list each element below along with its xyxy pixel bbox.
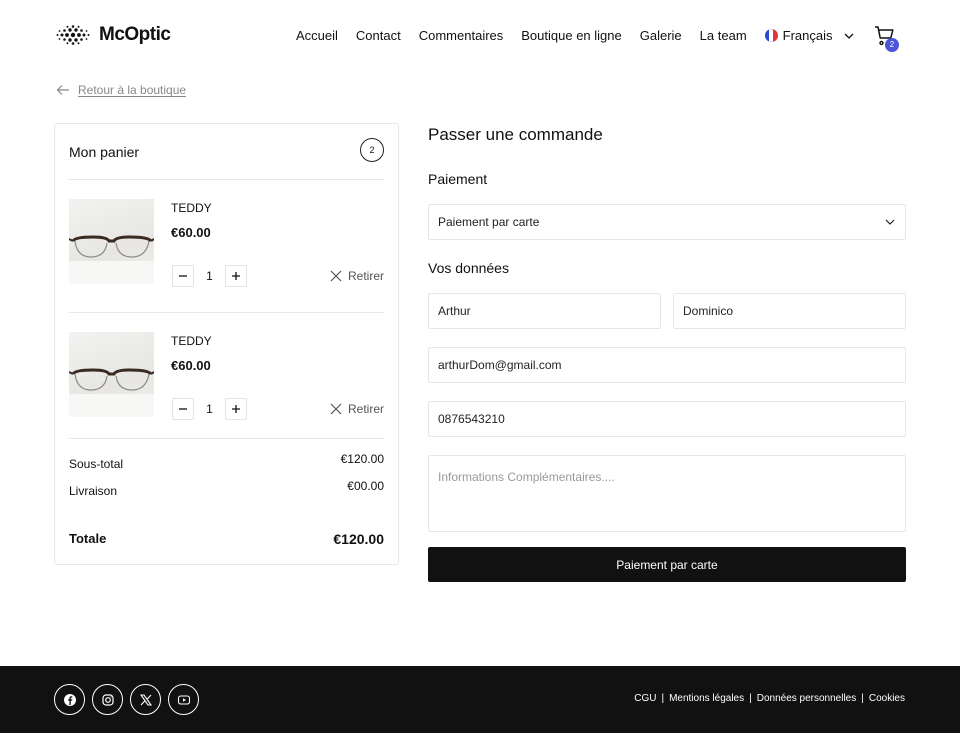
cart-title: Mon panier: [69, 144, 140, 160]
increment-button[interactable]: [225, 398, 247, 420]
first-name-value: Arthur: [438, 304, 471, 318]
your-data-label: Vos données: [428, 260, 509, 276]
back-to-shop-link[interactable]: Retour à la boutique: [56, 83, 186, 97]
site-header: McOptic Accueil Contact Commentaires Bou…: [0, 0, 960, 72]
nav-contact[interactable]: Contact: [356, 28, 401, 43]
shipping-label: Livraison: [69, 484, 118, 498]
cart-header: Mon panier 2: [69, 138, 384, 180]
quantity-stepper: 1: [172, 265, 247, 287]
instagram-icon: [101, 693, 114, 706]
glasses-icon: [68, 368, 155, 417]
pay-by-card-button[interactable]: Paiement par carte: [428, 547, 906, 582]
notes-textarea[interactable]: Informations Complémentaires....: [428, 455, 906, 532]
arrow-left-icon: [56, 85, 69, 95]
notes-placeholder: Informations Complémentaires....: [438, 470, 615, 484]
divider: [69, 438, 384, 439]
subtotal-label: Sous-total: [69, 457, 124, 471]
donnees-personnelles-link[interactable]: Données personnelles: [757, 693, 857, 704]
total-row: Totale €120.00: [69, 531, 384, 547]
subtotal-value: €120.00: [340, 452, 384, 466]
language-label: Français: [782, 28, 833, 43]
last-name-value: Dominico: [683, 304, 734, 318]
shipping-value: €00.00: [347, 479, 384, 493]
brand-name: McOptic: [99, 24, 171, 45]
order-title: Passer une commande: [428, 125, 603, 144]
first-name-field[interactable]: Arthur: [428, 293, 661, 329]
total-value: €120.00: [333, 531, 384, 547]
plus-icon: [232, 405, 240, 413]
logo-mark-icon: [56, 25, 90, 45]
youtube-icon: [177, 694, 190, 705]
social-links: [54, 684, 199, 715]
language-selector[interactable]: Français: [764, 28, 856, 43]
cookies-link[interactable]: Cookies: [869, 693, 905, 704]
product-price: €60.00: [171, 358, 211, 373]
product-name: TEDDY: [171, 201, 212, 215]
facebook-icon: [63, 693, 76, 706]
chevron-down-icon: [844, 33, 853, 39]
cgu-link[interactable]: CGU: [634, 693, 656, 704]
quantity-value: 1: [206, 402, 213, 416]
brand-logo[interactable]: McOptic: [54, 24, 171, 46]
close-icon: [330, 270, 342, 282]
nav-galerie[interactable]: Galerie: [640, 28, 682, 43]
youtube-link[interactable]: [168, 684, 199, 715]
product-image: [68, 332, 155, 417]
minus-icon: [179, 275, 187, 277]
nav-accueil[interactable]: Accueil: [296, 28, 338, 43]
quantity-stepper: 1: [172, 398, 247, 420]
decrement-button[interactable]: [172, 265, 194, 287]
separator: |: [749, 693, 752, 704]
remove-item-button[interactable]: Retirer: [330, 269, 384, 283]
payment-method-value: Paiement par carte: [438, 215, 540, 229]
nav-la-team[interactable]: La team: [700, 28, 747, 43]
chevron-down-icon: [885, 219, 895, 225]
cart-item-count: 2: [360, 138, 384, 162]
shipping-row: Livraison €00.00: [69, 479, 384, 499]
total-label: Totale: [69, 531, 107, 546]
phone-value: 0876543210: [438, 412, 505, 426]
separator: |: [861, 693, 864, 704]
remove-label: Retirer: [347, 402, 384, 416]
legal-links: CGU | Mentions légales | Données personn…: [634, 693, 905, 704]
mentions-legales-link[interactable]: Mentions légales: [669, 693, 744, 704]
nav-boutique[interactable]: Boutique en ligne: [521, 28, 621, 43]
remove-label: Retirer: [347, 269, 384, 283]
divider: [69, 312, 384, 313]
instagram-link[interactable]: [92, 684, 123, 715]
facebook-link[interactable]: [54, 684, 85, 715]
x-link[interactable]: [130, 684, 161, 715]
site-footer: CGU | Mentions légales | Données personn…: [0, 666, 960, 733]
cart-button[interactable]: 2: [873, 24, 901, 52]
email-field[interactable]: arthurDom@gmail.com: [428, 347, 906, 383]
payment-method-select[interactable]: Paiement par carte: [428, 204, 906, 240]
cart-item: TEDDY €60.00 1 Retirer: [68, 199, 384, 289]
email-value: arthurDom@gmail.com: [438, 358, 562, 372]
plus-icon: [232, 272, 240, 280]
close-icon: [330, 403, 342, 415]
payment-label: Paiement: [428, 171, 488, 187]
french-flag-icon: [764, 29, 778, 42]
quantity-value: 1: [206, 269, 213, 283]
increment-button[interactable]: [225, 265, 247, 287]
minus-icon: [179, 408, 187, 410]
product-image: [68, 199, 155, 284]
cart-count-badge: 2: [885, 38, 899, 52]
cart-panel: Mon panier 2 TEDDY €60.00 1 Retirer TEDD…: [54, 123, 399, 565]
phone-field[interactable]: 0876543210: [428, 401, 906, 437]
x-icon: [139, 693, 152, 706]
glasses-icon: [68, 235, 155, 284]
product-name: TEDDY: [171, 334, 212, 348]
last-name-field[interactable]: Dominico: [673, 293, 906, 329]
separator: |: [661, 693, 665, 704]
nav-commentaires[interactable]: Commentaires: [419, 28, 504, 43]
product-price: €60.00: [171, 225, 211, 240]
main-nav: Accueil Contact Commentaires Boutique en…: [296, 28, 856, 43]
subtotal-row: Sous-total €120.00: [69, 452, 384, 472]
cart-item: TEDDY €60.00 1 Retirer: [68, 332, 384, 422]
remove-item-button[interactable]: Retirer: [330, 402, 384, 416]
back-link-label: Retour à la boutique: [78, 83, 187, 97]
decrement-button[interactable]: [172, 398, 194, 420]
